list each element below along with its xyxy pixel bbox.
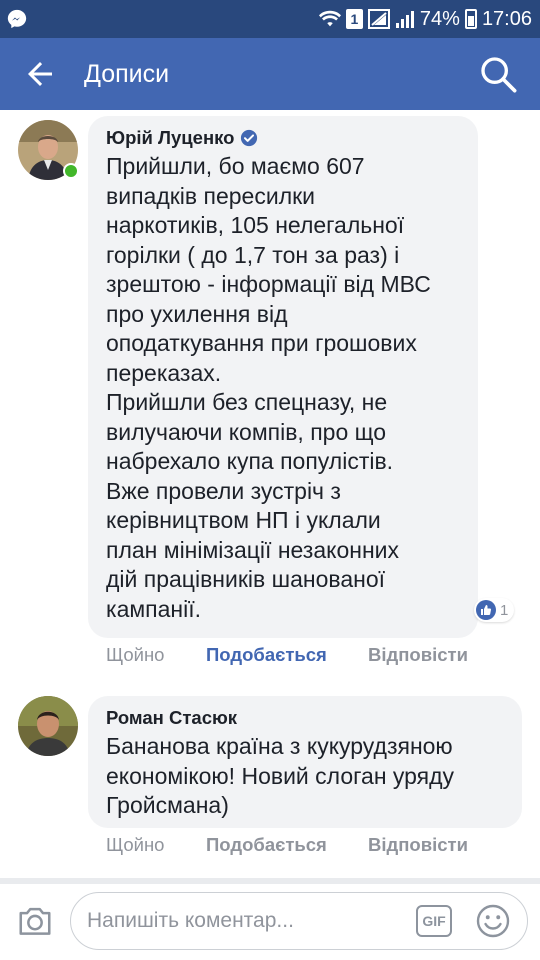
comment-text: Бананова країна з кукурудзяною економіко… xyxy=(106,733,455,818)
comment-item: Роман Стасюк Бананова країна з кукурудзя… xyxy=(0,688,540,868)
comment-author[interactable]: Роман Стасюк xyxy=(106,706,504,730)
wifi-icon xyxy=(318,10,341,27)
no-data-sim-icon xyxy=(367,9,390,29)
app-bar: Дописи xyxy=(0,38,540,110)
comment-composer: GIF xyxy=(0,884,540,960)
status-icons: 1 74% 17:06 xyxy=(318,0,532,38)
author-name[interactable]: Роман Стасюк xyxy=(106,706,237,730)
back-arrow-icon[interactable] xyxy=(22,56,58,92)
comment-timestamp: Щойно xyxy=(106,834,165,855)
camera-icon[interactable] xyxy=(16,902,54,940)
online-status-dot xyxy=(63,163,79,179)
sim-slot-badge: 1 xyxy=(345,9,363,29)
comment-text: Прийшли, бо маємо 607 випадків пересилки… xyxy=(106,153,431,622)
signal-icon xyxy=(395,11,414,28)
like-reaction-icon xyxy=(476,600,496,620)
verified-badge-icon xyxy=(241,129,258,147)
avatar-photo xyxy=(18,696,78,756)
reaction-summary[interactable]: 1 xyxy=(474,598,515,622)
battery-percent: 74% xyxy=(419,7,460,30)
like-button[interactable]: Подобається xyxy=(206,644,368,666)
comment-bubble[interactable]: Юрій Луценко Прийшли, бо маємо 607 випад… xyxy=(88,116,478,638)
reaction-count: 1 xyxy=(500,601,509,619)
comment-actions: Щойно Подобається Відповісти xyxy=(106,834,468,856)
comment-actions: Щойно Подобається Відповісти xyxy=(106,644,468,666)
messenger-icon xyxy=(7,9,27,29)
clock: 17:06 xyxy=(481,7,532,30)
comment-author[interactable]: Юрій Луценко xyxy=(106,126,460,150)
status-bar: 1 74% 17:06 xyxy=(0,0,540,38)
comment-input-box[interactable]: GIF xyxy=(70,892,528,950)
page-title: Дописи xyxy=(84,60,170,88)
author-name[interactable]: Юрій Луценко xyxy=(106,126,234,150)
like-button[interactable]: Подобається xyxy=(206,834,368,856)
battery-icon xyxy=(464,9,477,29)
emoji-icon[interactable] xyxy=(475,903,511,939)
gif-button[interactable]: GIF xyxy=(416,905,452,937)
search-icon[interactable] xyxy=(478,54,518,94)
comment-bubble[interactable]: Роман Стасюк Бананова країна з кукурудзя… xyxy=(88,696,522,828)
avatar[interactable] xyxy=(18,696,78,756)
comment-timestamp: Щойно xyxy=(106,644,165,665)
reply-button[interactable]: Відповісти xyxy=(368,644,468,666)
comment-input[interactable] xyxy=(87,893,397,949)
comment-item: Юрій Луценко Прийшли, бо маємо 607 випад… xyxy=(0,110,540,680)
reply-button[interactable]: Відповісти xyxy=(368,834,468,856)
